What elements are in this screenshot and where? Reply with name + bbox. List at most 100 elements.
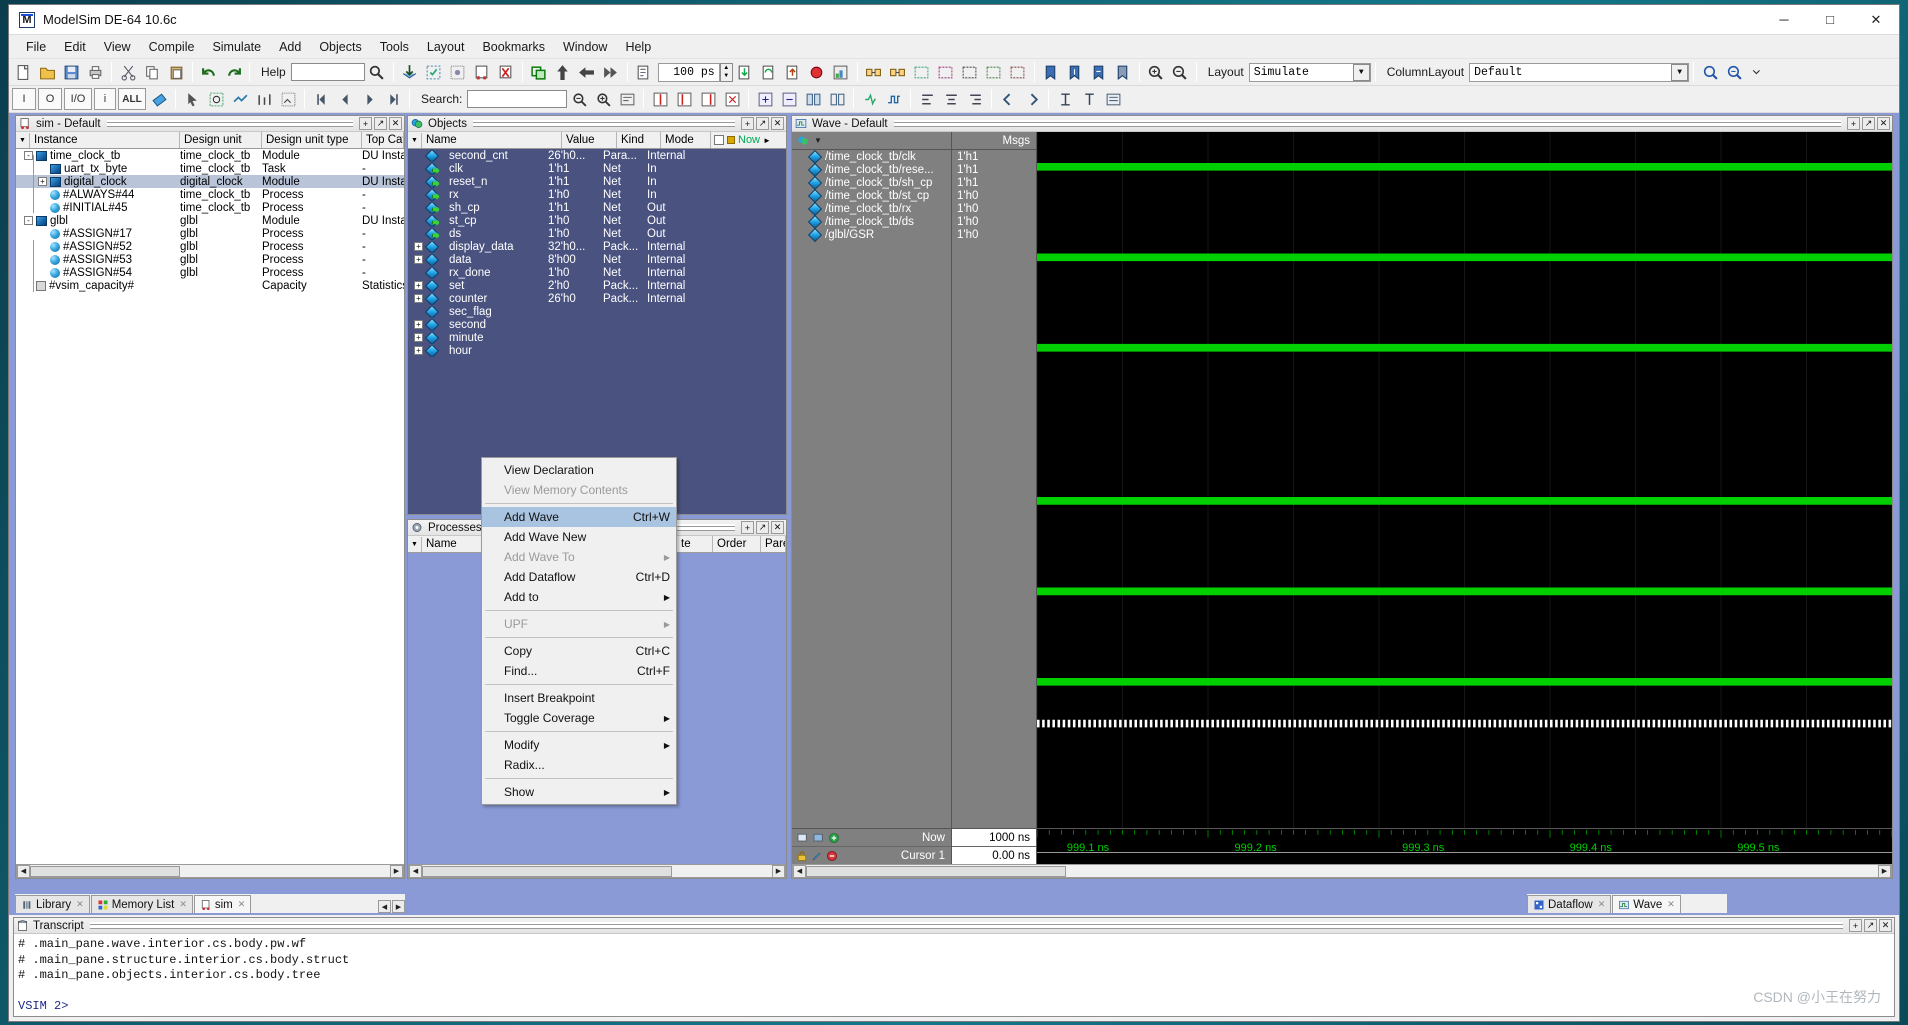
radix-internal-button[interactable]: i [94,88,116,110]
help-find-icon[interactable] [366,61,388,83]
objects-row[interactable]: rx 1'h0 Net In [408,188,786,201]
signal-filter-icon[interactable] [148,88,170,110]
menu-item-copy[interactable]: Copy Ctrl+C [482,641,676,661]
objects-expander[interactable]: + [414,333,423,342]
time-step-spinner[interactable]: ▲ ▼ [719,62,733,82]
menu-view[interactable]: View [95,37,140,57]
compile-icon[interactable] [399,61,421,83]
zoom-out-icon[interactable] [1169,61,1191,83]
page-first-icon[interactable] [310,88,332,110]
chevron-down-icon[interactable]: ▼ [1671,63,1689,81]
zoom-in-icon[interactable] [1145,61,1167,83]
menu-add[interactable]: Add [270,37,310,57]
wave-signal-row[interactable]: /glbl/GSR [792,227,951,242]
tab-library[interactable]: Library ✕ [15,895,90,913]
cursor-next-icon[interactable] [697,88,719,110]
sim-tree-row[interactable]: uart_tx_byte time_clock_tb Task - [16,162,404,175]
processes-col-order[interactable]: Order [713,536,761,552]
layout-combo[interactable]: Simulate ▼ [1248,62,1371,82]
scroll-left-icon[interactable]: ◀ [17,864,30,878]
objects-expander[interactable]: + [414,346,423,355]
page-next-icon[interactable] [358,88,380,110]
search-prev-icon[interactable] [568,88,590,110]
print-icon[interactable] [84,61,106,83]
columnlayout-combo[interactable]: Default ▼ [1469,62,1690,82]
simulation-options-icon[interactable] [471,61,493,83]
wave-pane-undock-button[interactable]: ↗ [1862,117,1875,130]
wave-prefs-icon[interactable] [1102,88,1124,110]
collapse-all-icon[interactable] [778,88,800,110]
objects-row[interactable]: + set 2'h0 Pack... Internal [408,279,786,292]
bookmark-del-icon[interactable] [1112,61,1134,83]
scroll-right-icon[interactable]: ▶ [390,864,403,878]
cursor-prev-icon[interactable] [673,88,695,110]
tab-scroll-right-icon[interactable]: ▶ [392,900,405,913]
page-prev-icon[interactable] [334,88,356,110]
open-file-icon[interactable] [36,61,58,83]
wave-pane-grip[interactable] [893,120,1841,127]
menu-tools[interactable]: Tools [371,37,418,57]
group-icon[interactable] [802,88,824,110]
objects-col-name[interactable]: Name [422,132,562,148]
processes-pane-close-button[interactable]: ✕ [771,521,784,534]
tab-close-icon[interactable]: ✕ [238,899,246,910]
wave-zoom-cursor-icon[interactable] [796,832,809,844]
sim-filter-icon[interactable]: ▼ [16,132,30,148]
wave-unfold-icon[interactable] [883,88,905,110]
wave-signal-row[interactable]: /time_clock_tb/rese... [792,162,951,177]
run-icon[interactable] [552,61,574,83]
objects-row[interactable]: sh_cp 1'h1 Net Out [408,201,786,214]
radix-out-button[interactable]: O [38,88,62,110]
transcript-undock-button[interactable]: ↗ [1864,919,1877,932]
menu-item-add-to[interactable]: Add to ▶ [482,587,676,607]
dataflow-icon[interactable] [863,61,885,83]
radix-all-button[interactable]: ALL [118,88,146,110]
paste-icon[interactable] [165,61,187,83]
menu-edit[interactable]: Edit [55,37,95,57]
bookmark-next-icon[interactable] [1088,61,1110,83]
nav-forward-icon[interactable] [1021,88,1043,110]
ungroup-icon[interactable] [826,88,848,110]
sim-tree-row[interactable]: + digital_clock digital_clock Module DU Inst… [16,175,404,188]
tab-dataflow[interactable]: Dataflow ✕ [1527,895,1612,913]
align-center-icon[interactable] [940,88,962,110]
menu-item-add-dataflow[interactable]: Add Dataflow Ctrl+D [482,567,676,587]
objects-col-kind[interactable]: Kind [617,132,661,148]
chevron-down-icon[interactable]: ▼ [1352,63,1370,81]
step-out-icon[interactable] [782,61,804,83]
menu-objects[interactable]: Objects [310,37,370,57]
tab-close-icon[interactable]: ✕ [76,899,84,910]
schematic-icon[interactable] [959,61,981,83]
processes-pane-undock-button[interactable]: ↗ [756,521,769,534]
radix-inout-button[interactable]: I/O [64,88,92,110]
sim-col-top-category[interactable]: Top Categor [362,132,404,148]
minimize-button[interactable]: ─ [1761,5,1807,34]
tree-expander[interactable]: - [24,151,33,160]
menu-item-toggle-coverage[interactable]: Toggle Coverage ▶ [482,708,676,728]
objects-row[interactable]: clk 1'h1 Net In [408,162,786,175]
help-search-input[interactable] [290,63,365,81]
processes-pane-dock-button[interactable]: + [741,521,754,534]
objects-expander[interactable]: + [414,320,423,329]
tree-expander[interactable]: - [24,216,33,225]
objects-row[interactable]: + data 8'h00 Net Internal [408,253,786,266]
objects-row[interactable]: + counter 26'h0 Pack... Internal [408,292,786,305]
tab-sim[interactable]: sim ✕ [193,895,252,913]
measure-icon[interactable] [277,88,299,110]
objects-now-chevron-icon[interactable]: ► [763,136,771,145]
objects-pane-close-button[interactable]: ✕ [771,117,784,130]
save-icon[interactable] [60,61,82,83]
sim-pane-close-button[interactable]: ✕ [389,117,402,130]
tab-close-icon[interactable]: ✕ [179,899,187,910]
menu-window[interactable]: Window [554,37,616,57]
wave-pane-close-button[interactable]: ✕ [1877,117,1890,130]
objects-row[interactable]: rx_done 1'h0 Net Internal [408,266,786,279]
step-over-icon[interactable] [758,61,780,83]
wave-pane-dock-button[interactable]: + [1847,117,1860,130]
processes-horizontal-scrollbar[interactable]: ◀ ▶ [408,864,786,878]
objects-expander[interactable]: + [414,281,423,290]
run-continue-icon[interactable] [576,61,598,83]
menu-item-modify[interactable]: Modify ▶ [482,735,676,755]
objects-row[interactable]: + second [408,318,786,331]
search-next-icon[interactable] [592,88,614,110]
